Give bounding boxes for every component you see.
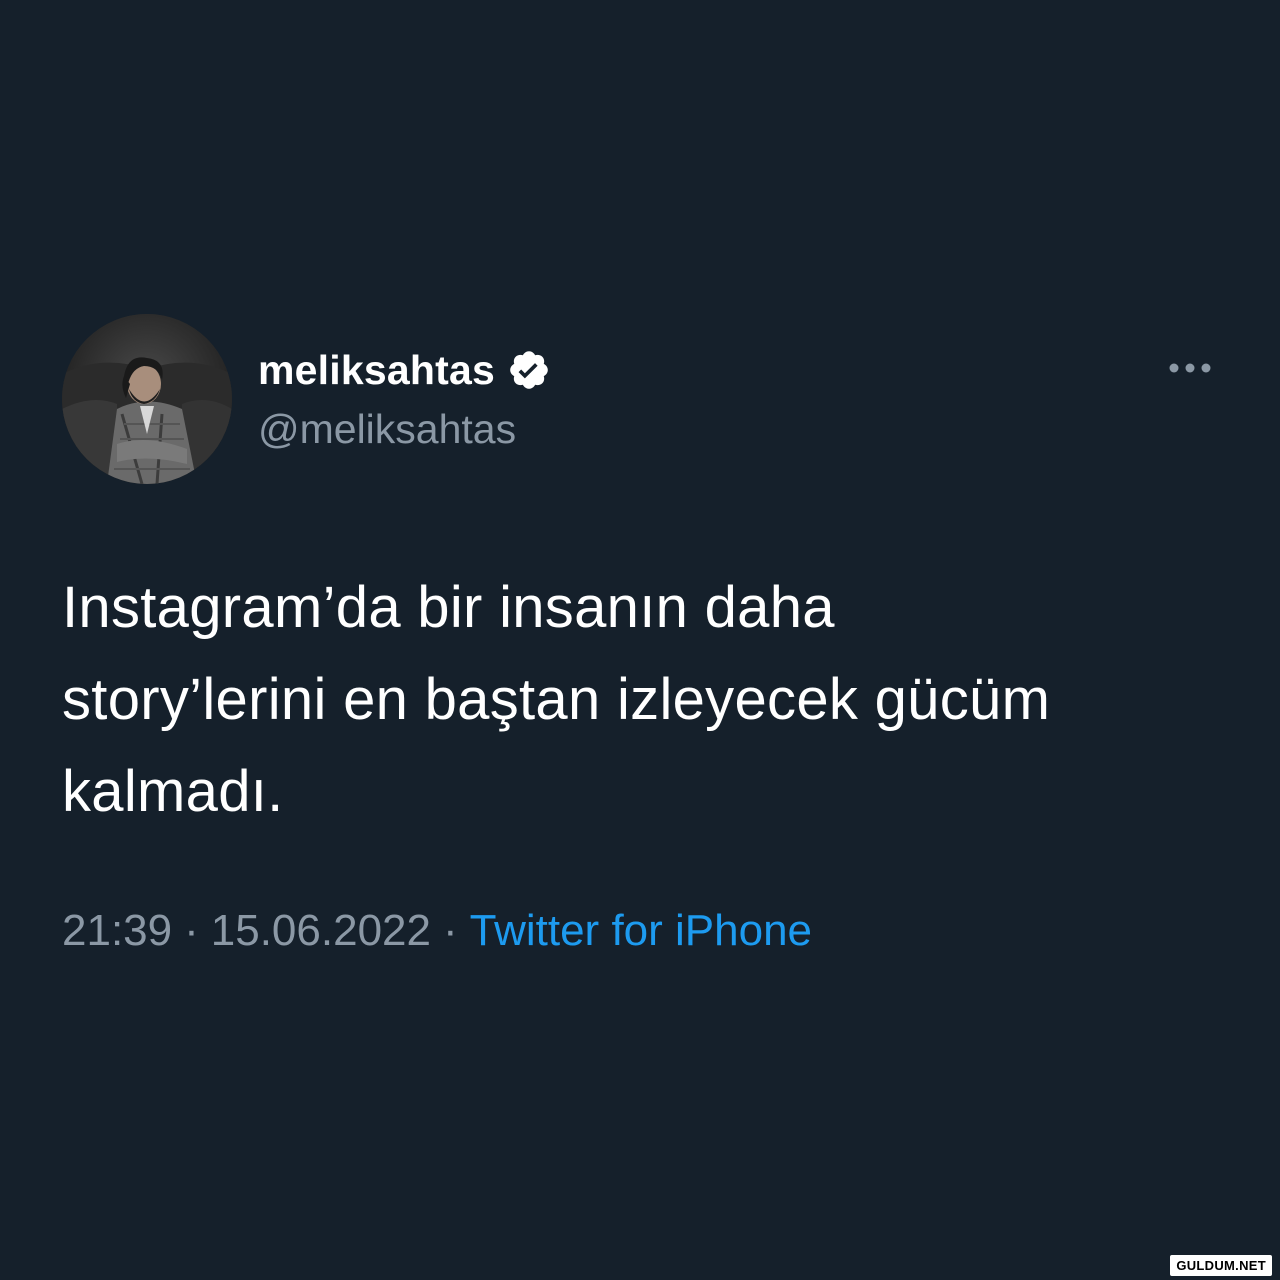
tweet-date[interactable]: 15.06.2022 <box>211 906 431 955</box>
tweet-source-link[interactable]: Twitter for iPhone <box>470 906 812 955</box>
profile-photo-icon <box>62 314 232 484</box>
tweet-card: meliksahtas @meliksahtas Instagram’da bi… <box>0 0 1280 1280</box>
meta-separator: · <box>184 906 199 955</box>
tweet-time[interactable]: 21:39 <box>62 906 172 955</box>
display-name[interactable]: meliksahtas <box>258 347 495 394</box>
verified-badge-icon <box>507 348 551 392</box>
handle[interactable]: @meliksahtas <box>258 406 516 453</box>
more-options-icon[interactable] <box>1160 350 1220 386</box>
tweet-meta: 21:39 · 15.06.2022 · Twitter for iPhone <box>62 906 812 956</box>
author-name-row[interactable]: meliksahtas <box>258 344 551 396</box>
tweet-text: Instagram’da bir insanın daha story’leri… <box>62 575 1051 824</box>
meta-separator: · <box>442 906 458 955</box>
watermark: GULDUM.NET <box>1170 1255 1272 1276</box>
avatar[interactable] <box>62 314 232 484</box>
